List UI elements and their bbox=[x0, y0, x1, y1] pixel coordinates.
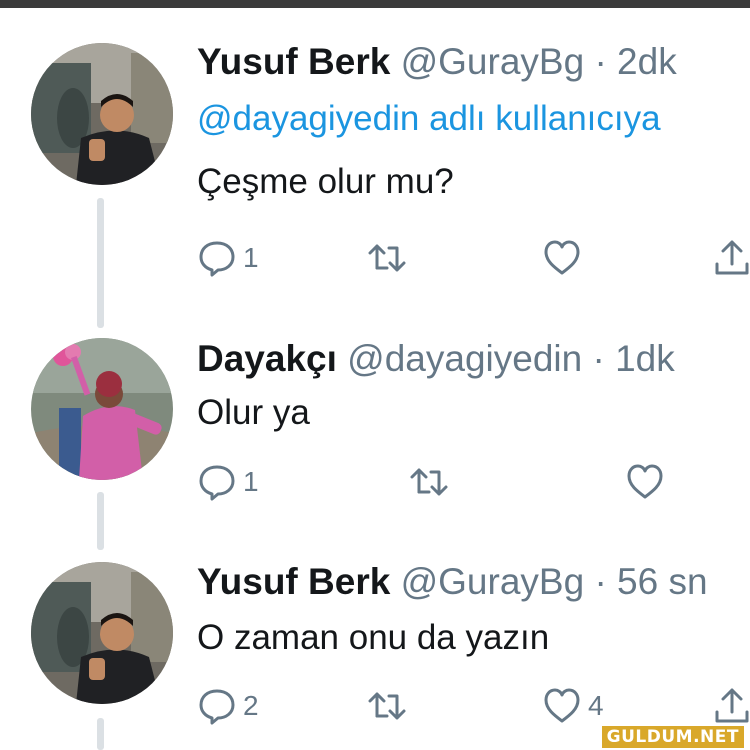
reply-button[interactable]: 2 bbox=[197, 686, 259, 726]
like-button[interactable] bbox=[542, 238, 582, 278]
reply-icon bbox=[199, 241, 235, 277]
tweet[interactable]: Yusuf Berk @GurayBg · 56 sn O zaman onu … bbox=[197, 560, 750, 660]
reply-count: 1 bbox=[243, 466, 259, 497]
reply-count: 2 bbox=[243, 690, 259, 721]
tweet[interactable]: Dayakçı @dayagiyedin · 1dk Olur ya bbox=[197, 337, 750, 435]
avatar[interactable] bbox=[31, 562, 173, 704]
timestamp[interactable]: 56 sn bbox=[617, 561, 708, 602]
user-handle[interactable]: @GurayBg bbox=[401, 561, 585, 602]
tweet-text: Çeşme olur mu? bbox=[197, 162, 454, 201]
separator-dot: · bbox=[594, 561, 607, 602]
user-handle[interactable]: @GurayBg bbox=[401, 41, 585, 82]
tweet-actions: 2 4 bbox=[197, 686, 750, 730]
retweet-icon bbox=[410, 468, 448, 496]
share-button[interactable] bbox=[712, 686, 750, 726]
user-handle[interactable]: @dayagiyedin bbox=[347, 338, 582, 379]
separator-dot: · bbox=[592, 338, 605, 379]
display-name[interactable]: Yusuf Berk bbox=[197, 41, 390, 82]
reply-icon bbox=[199, 465, 235, 501]
retweet-button[interactable] bbox=[367, 686, 407, 726]
separator-dot: · bbox=[594, 41, 607, 82]
reply-count: 1 bbox=[243, 242, 259, 273]
avatar-photo bbox=[31, 562, 173, 704]
like-icon bbox=[544, 688, 580, 723]
tweet-header: Dayakçı @dayagiyedin · 1dk bbox=[197, 337, 750, 381]
like-icon bbox=[544, 240, 580, 275]
tweet-header: Yusuf Berk @GurayBg · 56 sn bbox=[197, 560, 750, 604]
like-count: 4 bbox=[588, 690, 604, 721]
thread-line bbox=[97, 198, 104, 328]
thread-line bbox=[97, 718, 104, 750]
reply-button[interactable]: 1 bbox=[197, 238, 259, 278]
like-icon bbox=[627, 464, 663, 499]
tweet[interactable]: Yusuf Berk @GurayBg · 2dk @dayagiyedin a… bbox=[197, 40, 750, 204]
retweet-button[interactable] bbox=[367, 238, 407, 278]
avatar[interactable] bbox=[31, 43, 173, 185]
tweet-actions: 1 bbox=[197, 462, 750, 506]
share-icon bbox=[715, 240, 749, 275]
timestamp[interactable]: 2dk bbox=[617, 41, 677, 82]
reply-icon bbox=[199, 689, 235, 725]
retweet-button[interactable] bbox=[409, 462, 449, 502]
top-strip bbox=[0, 0, 750, 8]
tweet-text: O zaman onu da yazın bbox=[197, 618, 550, 657]
reply-button[interactable]: 1 bbox=[197, 462, 259, 502]
tweet-header: Yusuf Berk @GurayBg · 2dk bbox=[197, 40, 750, 84]
retweet-icon bbox=[368, 692, 406, 720]
thread-line bbox=[97, 492, 104, 550]
retweet-icon bbox=[368, 244, 406, 272]
watermark: GULDUM.NET bbox=[601, 726, 744, 748]
tweet-text: Olur ya bbox=[197, 393, 310, 432]
display-name[interactable]: Dayakçı bbox=[197, 338, 337, 379]
tweet-actions: 1 bbox=[197, 238, 750, 282]
like-button[interactable]: 4 bbox=[542, 686, 604, 726]
share-button[interactable] bbox=[712, 238, 750, 278]
avatar-photo bbox=[31, 43, 173, 185]
display-name[interactable]: Yusuf Berk bbox=[197, 561, 390, 602]
reply-to-link[interactable]: @dayagiyedin adlı kullanıcıya bbox=[197, 98, 750, 140]
avatar-photo bbox=[31, 338, 173, 480]
timestamp[interactable]: 1dk bbox=[615, 338, 675, 379]
avatar[interactable] bbox=[31, 338, 173, 480]
share-icon bbox=[715, 688, 749, 723]
like-button[interactable] bbox=[625, 462, 665, 502]
